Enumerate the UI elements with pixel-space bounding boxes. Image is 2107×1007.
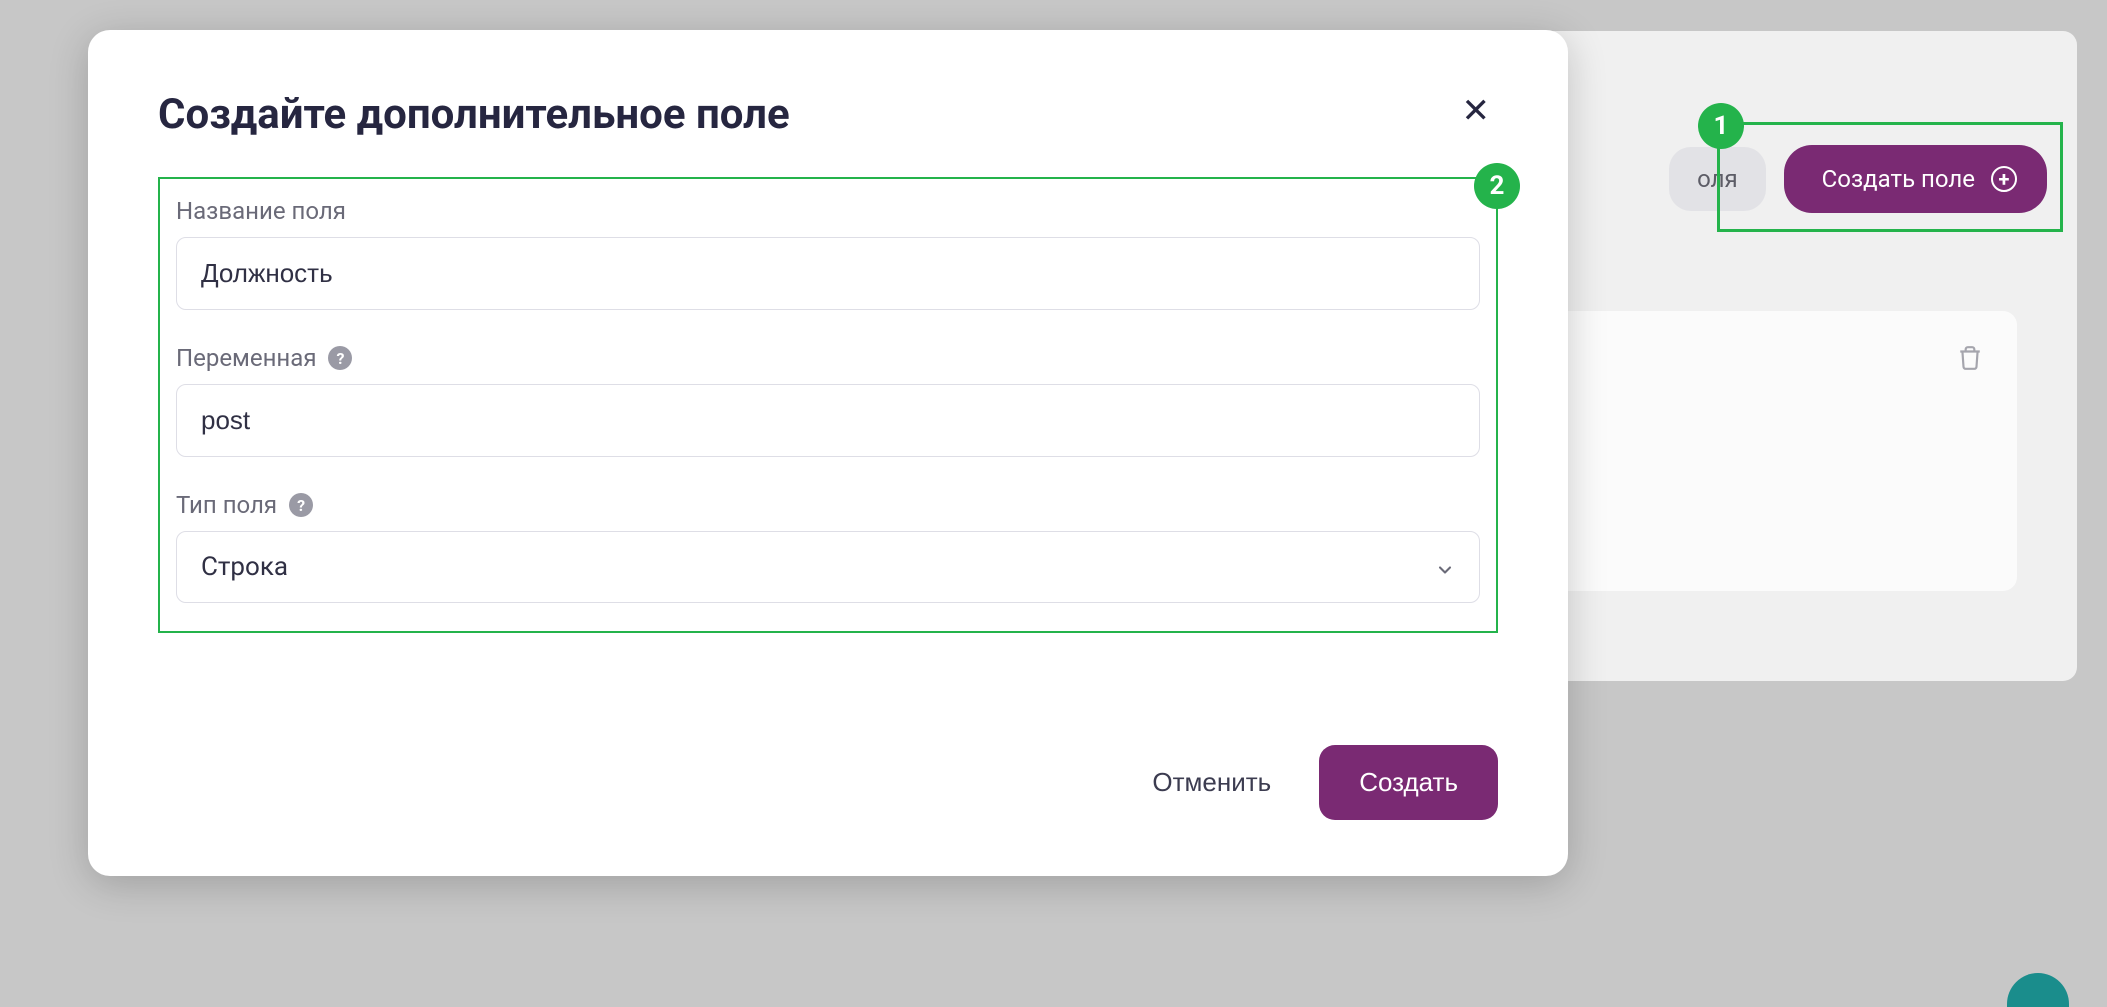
chevron-down-icon [1435,557,1455,577]
field-name-input[interactable] [176,237,1480,310]
create-field-button-label: Создать поле [1822,165,1975,193]
field-type-group: Тип поля ? Строка [176,491,1480,603]
plus-circle-icon: + [1991,166,2017,192]
field-type-label: Тип поля ? [176,491,1480,519]
annotation-badge-2: 2 [1474,163,1520,209]
field-name-group: Название поля [176,197,1480,310]
submit-button[interactable]: Создать [1319,745,1498,820]
field-variable-group: Переменная ? [176,344,1480,457]
field-type-label-text: Тип поля [176,491,277,519]
trash-icon[interactable] [1957,345,1983,375]
modal-header: Создайте дополнительное поле ✕ [158,90,1498,139]
field-variable-label: Переменная ? [176,344,1480,372]
field-name-label-text: Название поля [176,197,346,225]
annotation-box-2: 2 Название поля Переменная ? Тип поля ? … [158,177,1498,633]
help-icon[interactable]: ? [289,493,313,517]
modal-title: Создайте дополнительное поле [158,90,790,139]
create-field-button[interactable]: Создать поле + [1784,145,2047,213]
background-toolbar: оля Создать поле + [1669,145,2047,213]
background-pill-partial[interactable]: оля [1669,147,1766,211]
field-variable-input[interactable] [176,384,1480,457]
field-variable-label-text: Переменная [176,344,316,372]
help-chip[interactable] [2007,973,2069,1007]
cancel-button[interactable]: Отменить [1152,767,1271,798]
close-icon[interactable]: ✕ [1454,90,1499,132]
modal-footer: Отменить Создать [158,745,1498,820]
field-type-select[interactable]: Строка [176,531,1480,603]
help-icon[interactable]: ? [328,346,352,370]
create-field-modal: Создайте дополнительное поле ✕ 2 Названи… [88,30,1568,876]
field-type-value: Строка [201,552,288,582]
field-name-label: Название поля [176,197,1480,225]
